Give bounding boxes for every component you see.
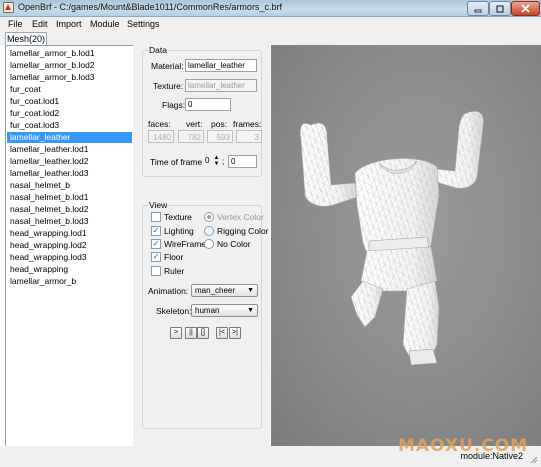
rigging-color-label: Rigging Color	[217, 226, 269, 236]
time-separator: ;	[222, 156, 225, 166]
list-item[interactable]: lamellar_leather.lod2	[7, 156, 132, 167]
texture-checkbox-label: Texture	[164, 212, 192, 222]
list-item[interactable]: nasal_helmet_b	[7, 180, 132, 191]
menu-edit[interactable]: Edit	[32, 19, 48, 29]
list-item[interactable]: head_wrapping.lod2	[7, 240, 132, 251]
material-label: Material:	[151, 61, 184, 71]
frames-label: frames:	[233, 119, 262, 129]
list-item[interactable]: lamellar_leather.lod3	[7, 168, 132, 179]
vert-label: vert:	[186, 119, 203, 129]
ruler-checkbox-label: Ruler	[164, 266, 185, 276]
list-item[interactable]: head_wrapping.lod1	[7, 228, 132, 239]
view-group-title: View	[148, 200, 169, 210]
time-frame-spin[interactable]: 0	[203, 155, 213, 166]
close-icon	[521, 4, 530, 13]
flags-label: Flags:	[162, 100, 186, 110]
3d-viewport[interactable]	[271, 45, 541, 446]
lighting-checkbox[interactable]: ✓	[151, 226, 161, 236]
vert-value: 782	[178, 130, 204, 143]
animation-combo-value: man_cheer	[195, 286, 236, 295]
floor-checkbox[interactable]: ✓	[151, 252, 161, 262]
flags-field[interactable]: 0	[185, 98, 231, 111]
list-item[interactable]: fur_coat	[7, 84, 132, 95]
step-forward-button[interactable]: >|	[229, 327, 241, 339]
title-bar: OpenBrf - C:/games/Mount&Blade1011/Commo…	[0, 0, 541, 17]
pause-button[interactable]: ||	[185, 327, 197, 339]
maximize-icon	[496, 4, 504, 13]
list-item[interactable]: lamellar_leather.lod1	[7, 144, 132, 155]
pos-value: 593	[207, 130, 233, 143]
material-field[interactable]: lamellar_leather	[185, 59, 257, 72]
wireframe-checkbox[interactable]: ✓	[151, 239, 161, 249]
window-title: OpenBrf - C:/games/Mount&Blade1011/Commo…	[18, 2, 282, 12]
list-item[interactable]: lamellar_armor_b	[7, 276, 132, 287]
watermark-logo: MAOXU.COM	[398, 436, 529, 456]
data-group-title: Data	[148, 45, 168, 55]
properties-panel: Data Material: lamellar_leather Texture:…	[133, 45, 270, 446]
list-item-selected[interactable]: lamellar_leather	[7, 132, 132, 143]
skeleton-combo[interactable]: human ▼	[191, 304, 258, 317]
resize-grip-icon[interactable]	[528, 454, 538, 464]
list-item[interactable]: fur_coat.lod3	[7, 120, 132, 131]
list-item[interactable]: lamellar_armor_b.lod3	[7, 72, 132, 83]
app-icon	[3, 2, 14, 13]
no-color-radio[interactable]	[204, 239, 214, 249]
step-back-button[interactable]: |<	[216, 327, 228, 339]
menu-bar: File Edit Import Module Settings	[0, 17, 541, 32]
texture-label: Texture:	[153, 81, 184, 91]
maximize-button[interactable]	[489, 1, 511, 16]
frames-value: 3	[236, 130, 262, 143]
list-item[interactable]: nasal_helmet_b.lod3	[7, 216, 132, 227]
close-button[interactable]	[511, 1, 540, 16]
list-item[interactable]: nasal_helmet_b.lod1	[7, 192, 132, 203]
mesh-list[interactable]: lamellar_armor_b.lod1 lamellar_armor_b.l…	[5, 45, 134, 448]
menu-module[interactable]: Module	[90, 19, 120, 29]
lighting-checkbox-label: Lighting	[164, 226, 194, 236]
skeleton-combo-value: human	[195, 306, 220, 315]
list-item[interactable]: fur_coat.lod2	[7, 108, 132, 119]
wireframe-checkbox-label: WireFrame	[164, 239, 207, 249]
list-item[interactable]: fur_coat.lod1	[7, 96, 132, 107]
minimize-icon	[474, 9, 482, 12]
vertex-color-label: Vertex Color	[217, 212, 264, 222]
tab-mesh[interactable]: Mesh(20)	[5, 32, 47, 45]
ruler-checkbox[interactable]	[151, 266, 161, 276]
list-item[interactable]: head_wrapping.lod3	[7, 252, 132, 263]
animation-combo[interactable]: man_cheer ▼	[191, 284, 258, 297]
list-item[interactable]: lamellar_armor_b.lod1	[7, 48, 132, 59]
time-field[interactable]: 0	[228, 155, 257, 168]
time-of-frame-label: Time of frame	[150, 157, 203, 167]
rigging-color-radio[interactable]	[204, 226, 214, 236]
list-item[interactable]: lamellar_armor_b.lod2	[7, 60, 132, 71]
skeleton-label: Skeleton:	[156, 306, 192, 316]
pos-label: pos:	[211, 119, 228, 129]
stop-button[interactable]: []	[197, 327, 209, 339]
texture-field: lamellar_leather	[185, 79, 257, 92]
texture-checkbox[interactable]	[151, 212, 161, 222]
list-item[interactable]: nasal_helmet_b.lod2	[7, 204, 132, 215]
no-color-label: No Color	[217, 239, 251, 249]
play-button[interactable]: >	[170, 327, 182, 339]
faces-label: faces:	[148, 119, 171, 129]
menu-import[interactable]: Import	[56, 19, 82, 29]
vertex-color-radio	[204, 212, 214, 222]
chevron-down-icon: ▼	[247, 307, 254, 314]
chevron-down-icon: ▼	[247, 287, 254, 294]
faces-value: 1480	[148, 130, 174, 143]
floor-checkbox-label: Floor	[164, 252, 184, 262]
minimize-button[interactable]	[467, 1, 489, 16]
spin-down-icon[interactable]: ▼	[213, 161, 220, 167]
menu-settings[interactable]: Settings	[127, 19, 160, 29]
mesh-render	[300, 111, 484, 366]
character-mesh	[300, 111, 484, 366]
animation-label: Animation:	[148, 286, 189, 296]
tab-bar: Mesh(20)	[0, 32, 541, 45]
menu-file[interactable]: File	[8, 19, 23, 29]
list-item[interactable]: head_wrapping	[7, 264, 132, 275]
